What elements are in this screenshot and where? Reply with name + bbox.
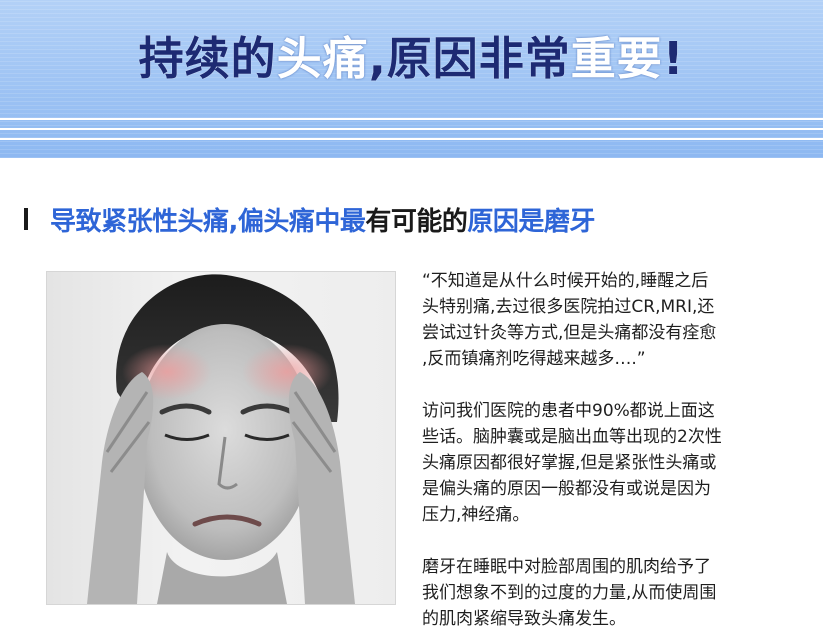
header-banner: 持续的头痛,原因非常重要!	[0, 0, 823, 158]
banner-stripes	[0, 118, 823, 158]
paragraph-line: 头痛原因都很好掌握,但是紧张性头痛或	[422, 453, 717, 473]
banner-title-part1: 持续的	[138, 32, 277, 85]
paragraph-line: 头特别痛,去过很多医院拍过CR,MRI,还	[422, 297, 715, 317]
paragraph-line: 访问我们医院的患者中90%都说上面这	[422, 401, 715, 421]
headache-woman-photo	[46, 271, 396, 605]
paragraph: 访问我们医院的患者中90%都说上面这 些话。脑肿囊或是脑出血等出现的2次性 头痛原因…	[422, 398, 802, 528]
paragraph-line: “不知道是从什么时候开始的,睡醒之后	[422, 271, 709, 291]
paragraph-line: 压力,神经痛。	[422, 505, 530, 525]
banner-title: 持续的头痛,原因非常重要!	[0, 22, 823, 87]
section-marker	[24, 208, 28, 230]
paragraph-line: 是偏头痛的原因一般都没有或说是因为	[422, 479, 711, 499]
banner-title-part3: ,原因非常	[368, 32, 571, 85]
paragraph-line: 的肌肉紧缩导致头痛发生。	[422, 609, 626, 629]
paragraph-line: 尝试过针灸等方式,但是头痛都没有痊愈	[422, 323, 717, 343]
paragraph-line: ,反而镇痛剂吃得越来越多….”	[422, 349, 646, 369]
section-heading-part3: 原因是磨牙	[467, 207, 595, 237]
paragraph-line: 磨牙在睡眠中对脸部周围的肌肉给予了	[422, 557, 711, 577]
banner-title-part4: 重要	[570, 32, 663, 85]
banner-title-part5: !	[662, 32, 685, 85]
paragraph: 磨牙在睡眠中对脸部周围的肌肉给予了 我们想象不到的过度的力量,从而使周围 的肌肉紧缩…	[422, 554, 802, 632]
paragraph: “不知道是从什么时候开始的,睡醒之后 头特别痛,去过很多医院拍过CR,MRI,还尝…	[422, 268, 802, 372]
section-heading: 导致紧张性头痛,偏头痛中最有可能的原因是磨牙	[50, 201, 595, 238]
section-heading-part2: 有可能的	[365, 207, 468, 237]
banner-title-part2: 头痛	[276, 32, 369, 85]
paragraph-line: 些话。脑肿囊或是脑出血等出现的2次性	[422, 427, 722, 447]
woman-holding-head-illustration	[87, 274, 355, 604]
article-body: “不知道是从什么时候开始的,睡醒之后 头特别痛,去过很多医院拍过CR,MRI,还尝…	[422, 268, 802, 632]
paragraph-line: 我们想象不到的过度的力量,从而使周围	[422, 583, 717, 603]
section-heading-part1: 导致紧张性头痛,偏头痛中最	[50, 207, 366, 237]
